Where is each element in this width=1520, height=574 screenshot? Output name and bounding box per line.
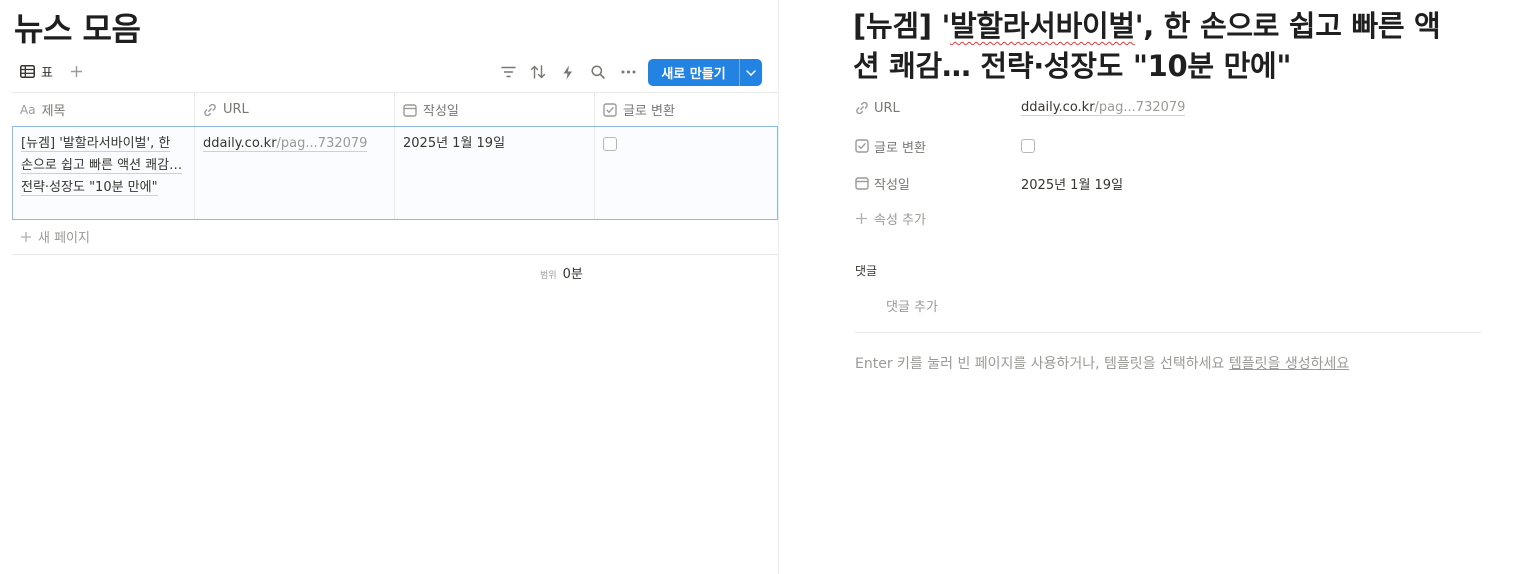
empty-page-hint: Enter 키를 눌러 빈 페이지를 사용하거나, 템플릿을 선택하세요 템플릿… [855, 353, 1349, 373]
new-button-group: 새로 만들기 [648, 59, 762, 86]
sort-icon [530, 65, 546, 79]
new-button[interactable]: 새로 만들기 [648, 59, 739, 86]
search-icon [591, 65, 605, 79]
new-page-label: 새 페이지 [38, 231, 90, 246]
add-view-button[interactable] [66, 61, 86, 81]
column-header-label: 제목 [41, 104, 66, 119]
calendar-icon [403, 103, 417, 117]
lightning-icon [562, 65, 574, 80]
hint-text: Enter 키를 눌러 빈 페이지를 사용하거나, 템플릿을 선택하세요 [855, 356, 1229, 372]
column-header-url[interactable]: URL [195, 93, 395, 126]
text-property-icon: Aa [20, 102, 36, 117]
column-header-title[interactable]: Aa 제목 [12, 93, 195, 126]
page-title: 뉴스 모음 [14, 10, 141, 48]
more-options-button[interactable] [618, 62, 638, 82]
url-link[interactable]: ddaily.co.kr/pag...732079 [203, 136, 368, 152]
plus-icon [855, 212, 868, 225]
property-url: URL ddaily.co.kr/pag...732079 [855, 96, 1455, 120]
url-path: /pag...732079 [1094, 100, 1186, 115]
url-value[interactable]: ddaily.co.kr/pag...732079 [1021, 100, 1186, 116]
url-host: ddaily.co.kr [203, 136, 277, 151]
converted-value [1021, 139, 1035, 153]
date-value[interactable]: 2025년 1월 19일 [1021, 174, 1123, 193]
property-label: 작성일 [874, 177, 910, 193]
date-value: 2025년 1월 19일 [403, 136, 506, 151]
row-title-text: [뉴겜] '발할라서바이벌', 한 손으로 쉽고 빠른 액션 쾌감… 전략·성장… [21, 136, 183, 196]
url-path: /pag...732079 [276, 136, 368, 151]
chevron-down-icon [746, 69, 756, 76]
filter-icon [500, 66, 516, 78]
title-part: [뉴겜] ' [853, 9, 951, 43]
table-icon [20, 65, 35, 78]
new-dropdown-button[interactable] [739, 59, 762, 86]
comments-heading: 댓글 [855, 264, 878, 278]
property-converted: 글로 변환 [855, 134, 1455, 158]
cell-date[interactable]: 2025년 1월 19일 [395, 127, 595, 219]
property-label: 글로 변환 [874, 140, 926, 156]
add-property-label: 속성 추가 [874, 213, 926, 228]
calc-label: 범위 [540, 271, 557, 281]
plus-icon [70, 65, 83, 78]
tab-table-label: 표 [41, 66, 53, 81]
table-divider [12, 254, 778, 255]
link-icon [855, 101, 869, 115]
add-property-button[interactable]: 속성 추가 [855, 209, 926, 228]
automation-button[interactable] [558, 62, 578, 82]
link-icon [203, 103, 217, 117]
calculation-summary[interactable]: 범위 0분 [540, 263, 583, 282]
url-host: ddaily.co.kr [1021, 100, 1095, 115]
url-link[interactable]: ddaily.co.kr/pag...732079 [1021, 100, 1186, 116]
page-peek-panel: [뉴겜] '발할라서바이벌', 한 손으로 쉽고 빠른 액션 쾌감… 전략·성장… [779, 0, 1520, 574]
column-header-label: URL [223, 102, 249, 117]
column-header-label: 글로 변환 [623, 104, 675, 119]
column-header-converted[interactable]: 글로 변환 [595, 93, 778, 126]
peek-page-title[interactable]: [뉴겜] '발할라서바이벌', 한 손으로 쉽고 빠른 액션 쾌감… 전략·성장… [853, 6, 1453, 86]
more-icon [621, 70, 636, 74]
plus-icon [20, 231, 32, 243]
cell-converted [595, 127, 778, 219]
section-divider [855, 332, 1481, 333]
column-header-date[interactable]: 작성일 [395, 93, 595, 126]
new-page-button[interactable]: 새 페이지 [20, 227, 90, 246]
converted-checkbox[interactable] [1021, 139, 1035, 153]
property-date: 작성일 2025년 1월 19일 [855, 171, 1455, 195]
checkbox-property-icon [603, 102, 617, 117]
column-header-label: 작성일 [423, 104, 459, 119]
calc-value: 0분 [562, 267, 583, 282]
property-label: URL [874, 100, 900, 116]
checkbox-property-icon [855, 139, 869, 153]
cell-title[interactable]: [뉴겜] '발할라서바이벌', 한 손으로 쉽고 빠른 액션 쾌감… 전략·성장… [13, 127, 195, 219]
database-toolbar [498, 62, 638, 82]
tab-table-view[interactable]: 표 [20, 62, 53, 81]
table-row[interactable]: [뉴겜] '발할라서바이벌', 한 손으로 쉽고 빠른 액션 쾌감… 전략·성장… [12, 126, 778, 220]
database-panel: 뉴스 모음 표 새로 만들기 Aa 제목 URL 작성일 글로 변환 [뉴겜] … [0, 0, 778, 574]
create-template-link[interactable]: 템플릿을 생성하세요 [1229, 356, 1349, 372]
search-button[interactable] [588, 62, 608, 82]
filter-button[interactable] [498, 62, 518, 82]
calendar-icon [855, 176, 869, 190]
add-comment-input[interactable]: 댓글 추가 [886, 296, 938, 315]
property-name[interactable]: 글로 변환 [855, 137, 1021, 156]
sort-button[interactable] [528, 62, 548, 82]
property-name[interactable]: 작성일 [855, 174, 1021, 193]
cell-url[interactable]: ddaily.co.kr/pag...732079 [195, 127, 395, 219]
property-name[interactable]: URL [855, 101, 1021, 116]
title-misspelled-word: 발할라서바이벌 [950, 9, 1135, 43]
converted-checkbox[interactable] [603, 137, 617, 151]
